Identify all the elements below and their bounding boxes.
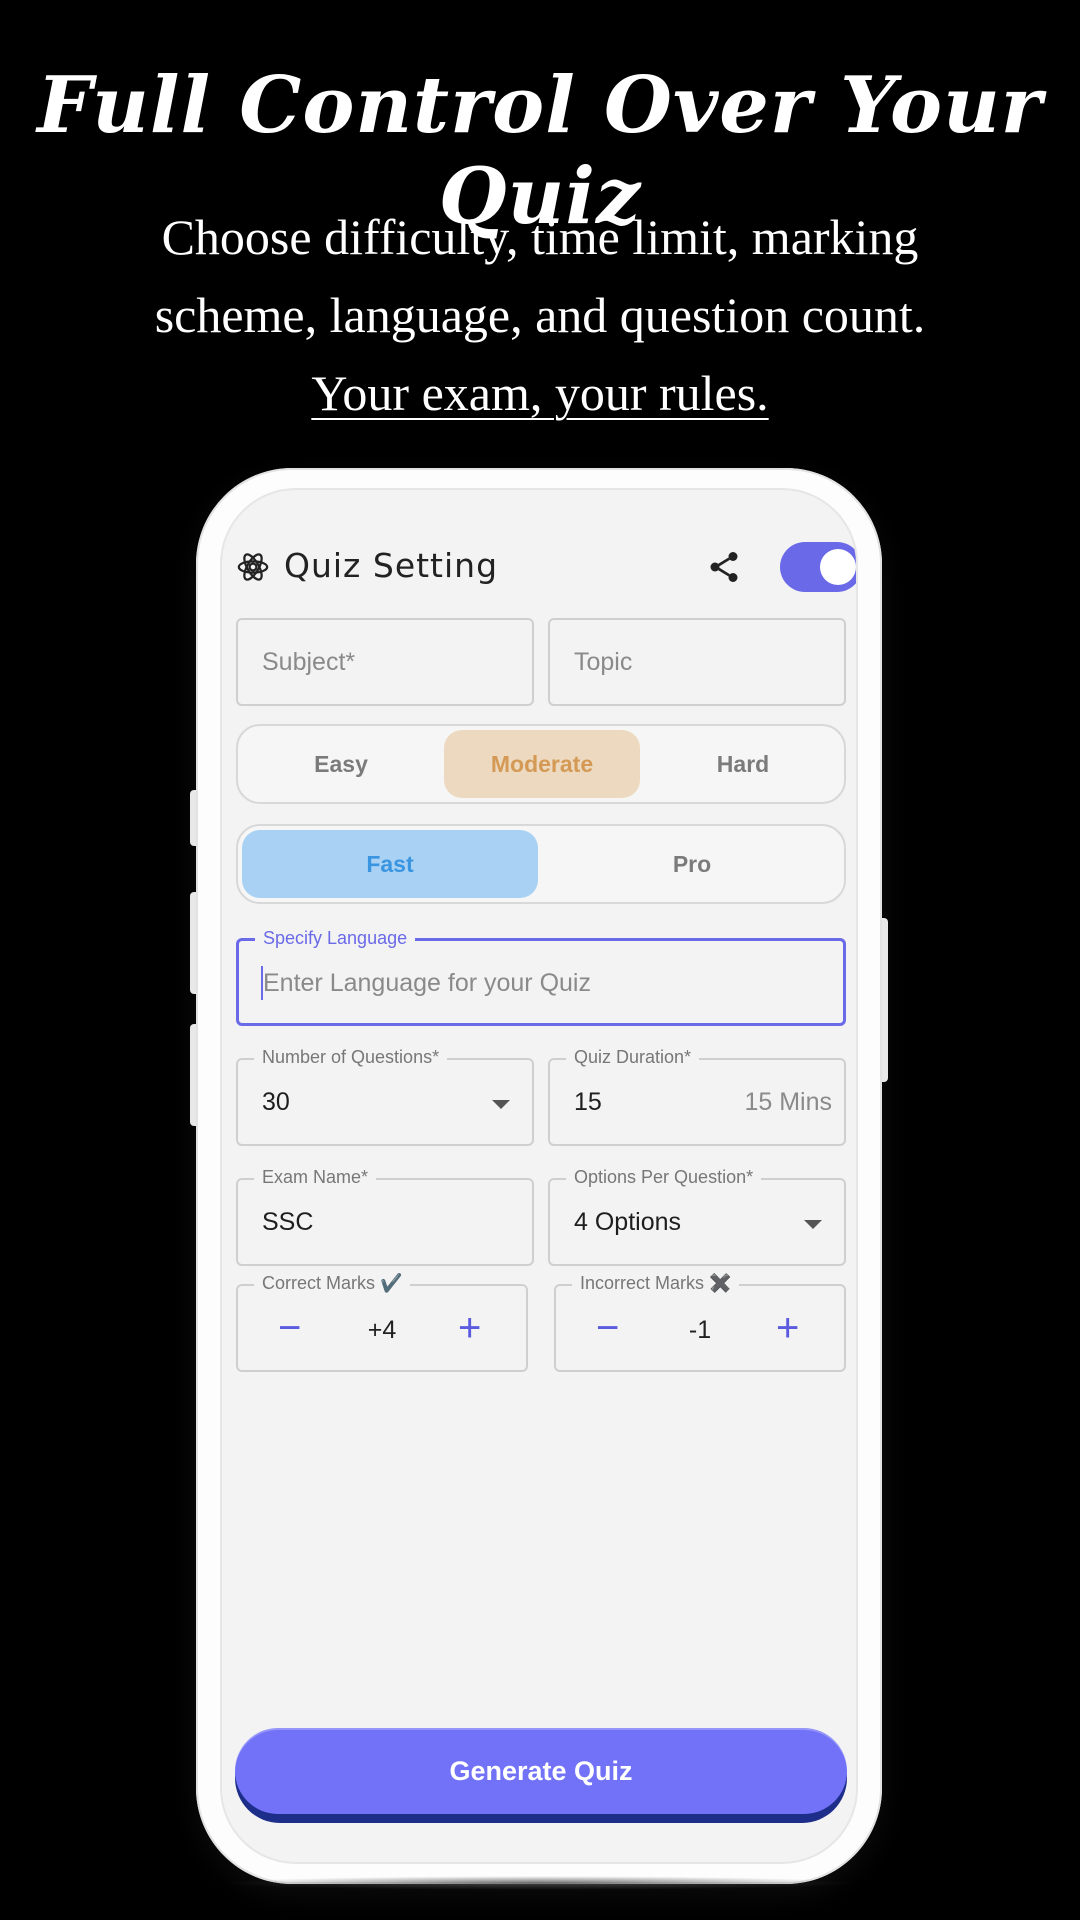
incorrect-marks-label: Incorrect Marks ✖️	[572, 1273, 740, 1294]
quiz-duration-suffix: 15 Mins	[744, 1088, 832, 1116]
num-questions-select[interactable]: Number of Questions* 30	[236, 1047, 534, 1146]
num-questions-value: 30	[262, 1088, 290, 1116]
settings-toggle[interactable]	[780, 542, 856, 592]
chevron-down-icon	[804, 1220, 822, 1229]
difficulty-easy[interactable]: Easy	[242, 730, 440, 798]
correct-marks-value: +4	[367, 1316, 397, 1344]
options-per-question-label: Options Per Question*	[566, 1167, 762, 1188]
gear-icon	[237, 553, 269, 581]
options-per-question-value: 4 Options	[574, 1208, 682, 1236]
increment-correct-button[interactable]: +	[458, 1308, 481, 1348]
increment-incorrect-button[interactable]: +	[776, 1308, 799, 1348]
exam-name-value: SSC	[262, 1208, 314, 1236]
difficulty-selector: Easy Moderate Hard	[236, 724, 846, 804]
decrement-incorrect-button[interactable]: −	[596, 1308, 619, 1348]
mode-fast[interactable]: Fast	[242, 830, 538, 898]
subject-placeholder: Subject*	[262, 648, 356, 676]
language-placeholder: Enter Language for your Quiz	[263, 969, 591, 997]
topic-placeholder: Topic	[574, 648, 633, 676]
toggle-knob	[820, 549, 856, 585]
decrement-correct-button[interactable]: −	[278, 1308, 301, 1348]
language-field[interactable]: Specify Language Enter Language for your…	[236, 928, 846, 1026]
page-title: Quiz Setting	[284, 546, 499, 585]
mode-pro[interactable]: Pro	[542, 830, 842, 898]
incorrect-marks-value: -1	[688, 1316, 712, 1344]
promo-line-3: Your exam, your rules.	[311, 365, 769, 421]
subject-field[interactable]: Subject*	[236, 618, 534, 706]
app-bar: Quiz Setting	[236, 530, 856, 604]
quiz-duration-label: Quiz Duration*	[566, 1047, 700, 1068]
phone-screen: Quiz Setting Subject* Topic Easy Moderat…	[220, 488, 858, 1864]
incorrect-marks-stepper: Incorrect Marks ✖️ − -1 +	[554, 1273, 846, 1372]
language-label: Specify Language	[255, 928, 416, 949]
num-questions-label: Number of Questions*	[254, 1047, 448, 1068]
mode-selector: Fast Pro	[236, 824, 846, 904]
promo-subtext: Choose difficulty, time limit, marking s…	[90, 198, 990, 432]
promo-line-2: scheme, language, and question count.	[154, 287, 926, 343]
phone-shadow	[220, 1876, 860, 1890]
correct-marks-stepper: Correct Marks ✔️ − +4 +	[236, 1273, 528, 1372]
quiz-duration-field[interactable]: Quiz Duration* 15 15 Mins	[548, 1047, 846, 1146]
correct-marks-label: Correct Marks ✔️	[254, 1273, 411, 1294]
difficulty-hard[interactable]: Hard	[644, 730, 842, 798]
exam-name-field[interactable]: Exam Name* SSC	[236, 1167, 534, 1266]
exam-name-label: Exam Name*	[254, 1167, 377, 1188]
promo-line-1: Choose difficulty, time limit, marking	[161, 209, 919, 265]
topic-field[interactable]: Topic	[548, 618, 846, 706]
difficulty-moderate[interactable]: Moderate	[444, 730, 640, 798]
quiz-duration-value: 15	[574, 1088, 602, 1116]
share-icon[interactable]	[706, 548, 742, 586]
chevron-down-icon	[492, 1100, 510, 1109]
generate-quiz-button[interactable]: Generate Quiz	[235, 1728, 847, 1814]
options-per-question-select[interactable]: Options Per Question* 4 Options	[548, 1167, 846, 1266]
